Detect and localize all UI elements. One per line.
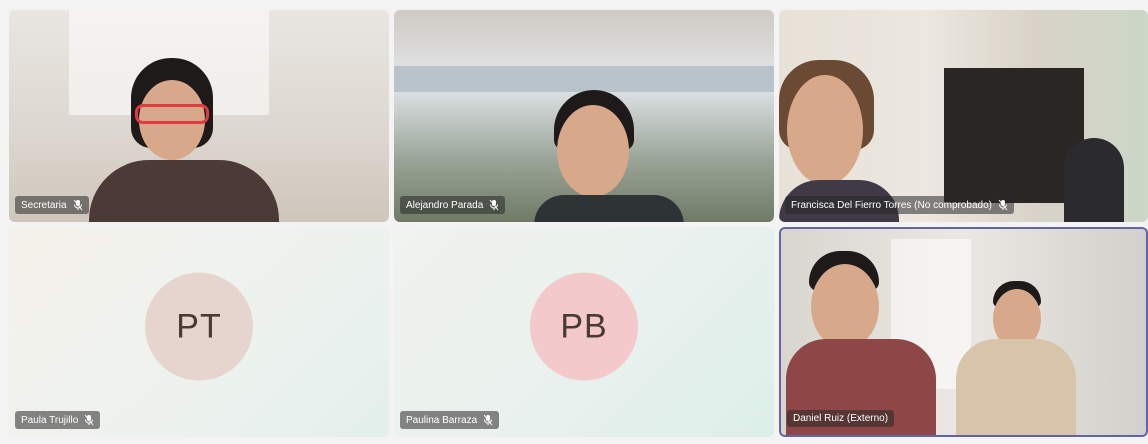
video-tile-daniel-ruiz[interactable]: Daniel Ruiz (Externo) — [779, 227, 1148, 437]
video-tile-francisca-del-fierro-torres[interactable]: Francisca Del Fierro Torres (No comproba… — [779, 10, 1148, 222]
participant-name-tag: Francisca Del Fierro Torres (No comproba… — [785, 196, 1014, 214]
participant-name-tag: Alejandro Parada — [400, 196, 506, 214]
participant-name: Paulina Barraza — [406, 414, 478, 426]
person-face — [787, 75, 863, 185]
person-secondary — [1064, 138, 1124, 222]
participant-name-tag: Secretaria — [15, 196, 89, 214]
participant-name-tag: Daniel Ruiz (Externo) — [787, 410, 895, 427]
participant-name: Paula Trujillo — [21, 414, 79, 426]
participant-name-tag: Paulina Barraza — [400, 411, 500, 429]
participant-name: Secretaria — [21, 199, 67, 211]
video-grid: Secretaria Alejandro Parada Francisca De… — [0, 0, 1148, 444]
person-body — [534, 195, 684, 222]
avatar-initials: PT — [176, 307, 222, 346]
person-body — [89, 160, 279, 222]
video-tile-alejandro-parada[interactable]: Alejandro Parada — [394, 10, 774, 222]
mic-off-icon — [73, 199, 82, 211]
person-body — [956, 339, 1076, 435]
bookshelf — [944, 68, 1084, 203]
video-tile-secretaria[interactable]: Secretaria — [9, 10, 389, 222]
person-face — [811, 264, 879, 349]
window-blinds — [394, 66, 774, 92]
participant-avatar: PT — [145, 272, 253, 381]
avatar-initials: PB — [560, 307, 608, 346]
mic-off-icon — [489, 199, 499, 211]
participant-name: Francisca Del Fierro Torres (No comproba… — [791, 199, 992, 211]
mic-off-icon — [483, 414, 493, 426]
video-tile-paulina-barraza[interactable]: PB Paulina Barraza — [394, 227, 774, 437]
participant-name: Daniel Ruiz (Externo) — [793, 413, 889, 424]
person-face — [557, 105, 629, 197]
participant-name-tag: Paula Trujillo — [15, 411, 101, 429]
mic-off-icon — [998, 199, 1008, 211]
glasses — [135, 104, 209, 124]
mic-off-icon — [84, 414, 94, 426]
participant-name: Alejandro Parada — [406, 199, 484, 211]
participant-avatar: PB — [530, 272, 638, 381]
video-tile-paula-trujillo[interactable]: PT Paula Trujillo — [9, 227, 389, 437]
